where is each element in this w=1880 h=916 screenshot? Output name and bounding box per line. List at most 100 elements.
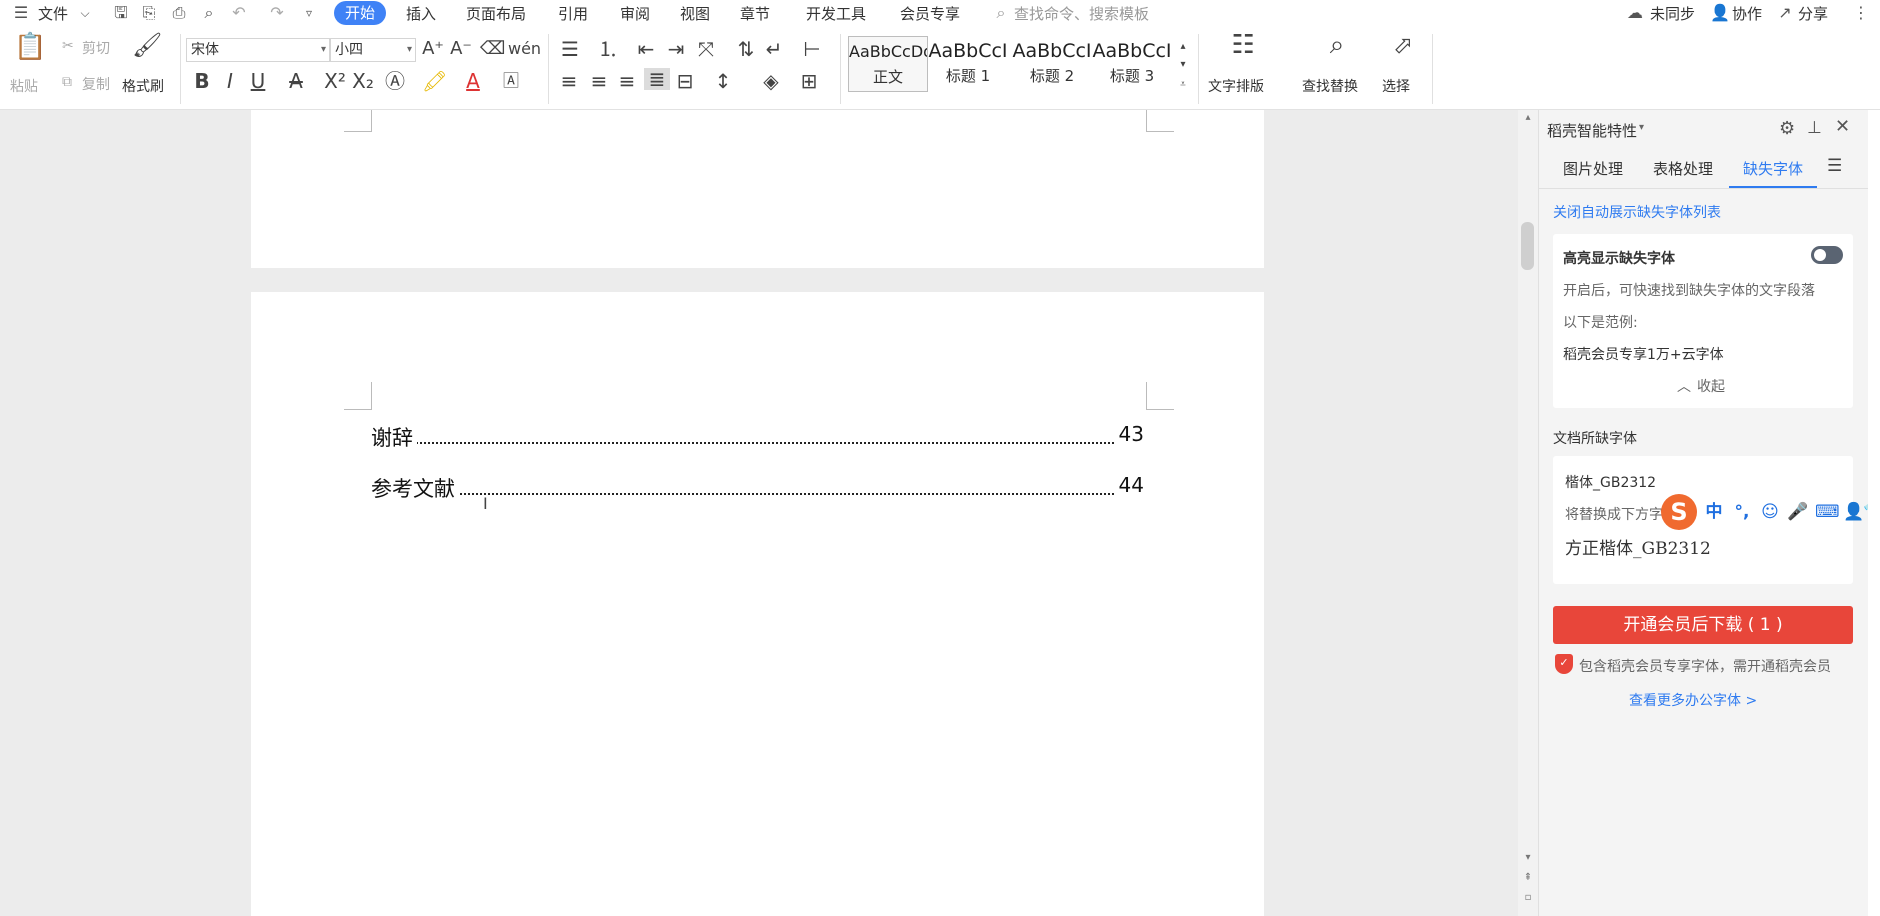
tab-stops-icon[interactable]: ⊢ (800, 38, 824, 60)
tab-table-processing[interactable]: 表格处理 (1653, 158, 1713, 179)
style-heading-2[interactable]: AaBbCcI 标题 2 (1012, 36, 1092, 92)
char-border-icon[interactable]: 🄰 (500, 70, 522, 92)
font-name-select[interactable]: 宋体 ▾ (186, 38, 330, 62)
tab-chapter[interactable]: 章节 (740, 3, 770, 24)
find-replace-button[interactable]: 查找替换 (1302, 76, 1358, 96)
ime-toolbar[interactable]: S 中 °, ☺ 🎤 ⌨ 👤 👕 (1661, 494, 1880, 530)
find-replace-icon[interactable]: ⌕ (1322, 32, 1352, 58)
highlight-icon[interactable]: 🖍 (422, 70, 447, 92)
download-after-membership-button[interactable]: 开通会员后下载 ( 1 ) (1553, 606, 1853, 644)
more-options-icon[interactable]: ⋮ (1852, 4, 1870, 22)
collapse-button[interactable]: 收起 (1697, 376, 1725, 396)
clear-format-icon[interactable]: ⌫ (480, 38, 505, 60)
more-office-fonts-link[interactable]: 查看更多办公字体 > (1629, 690, 1757, 710)
strikethrough-icon[interactable]: A (286, 70, 306, 92)
highlight-toggle[interactable] (1811, 246, 1843, 264)
chevron-down-icon[interactable]: ▾ (1639, 122, 1644, 133)
phonetic-guide-icon[interactable]: wén (508, 38, 541, 60)
select-browse-object-icon[interactable]: ▫ (1521, 892, 1535, 903)
keyboard-icon[interactable]: ⌨ (1815, 501, 1840, 523)
gear-icon[interactable]: ⚙ (1779, 118, 1795, 139)
style-scroll-down-icon[interactable]: ▾ (1176, 54, 1190, 76)
format-painter-icon[interactable]: 🖌 (132, 33, 162, 57)
text-effect-icon[interactable]: Ⓐ (384, 70, 406, 92)
cursor-select-icon[interactable]: ⬀ (1390, 33, 1416, 57)
numbered-list-icon[interactable]: ⒈ (596, 38, 620, 60)
shading-icon[interactable]: ◈ (760, 70, 782, 92)
justify-icon[interactable]: ≣ (644, 68, 670, 90)
ime-mode-toggle[interactable]: 中 (1703, 501, 1725, 523)
pin-icon[interactable]: ⊥ (1807, 118, 1822, 138)
format-painter-button[interactable]: 格式刷 (122, 76, 164, 96)
tab-developer[interactable]: 开发工具 (806, 3, 866, 24)
line-spacing-icon[interactable]: ↕ (712, 70, 734, 92)
prev-page-icon[interactable]: ⇞ (1521, 872, 1535, 883)
export-pdf-icon[interactable]: ⎘ (140, 4, 158, 22)
font-size-select[interactable]: 小四 ▾ (330, 38, 416, 62)
text-layout-button[interactable]: 文字排版 (1208, 76, 1264, 96)
style-more-icon[interactable]: ⩡ (1176, 74, 1190, 96)
bullet-list-icon[interactable]: ☰ (558, 38, 582, 60)
increase-font-icon[interactable]: A⁺ (422, 38, 444, 60)
document-page[interactable]: 谢辞 43 参考文献 44 I (251, 292, 1264, 916)
command-search-input[interactable]: 查找命令、搜索模板 (1014, 3, 1149, 24)
bold-icon[interactable]: B (192, 70, 212, 92)
decrease-font-icon[interactable]: A⁻ (450, 38, 472, 60)
sort-icon[interactable]: ⇅ (734, 38, 758, 60)
tab-missing-fonts[interactable]: 缺失字体 (1743, 158, 1803, 179)
tab-page-layout[interactable]: 页面布局 (466, 3, 526, 24)
sogou-logo-icon[interactable]: S (1661, 494, 1697, 530)
print-icon[interactable]: ⎙ (170, 4, 188, 22)
select-button[interactable]: 选择 (1382, 76, 1410, 96)
subscript-icon[interactable]: X₂ (352, 70, 374, 92)
print-preview-icon[interactable]: ⌕ (200, 4, 218, 22)
cut-button[interactable]: 剪切 (82, 38, 110, 58)
scroll-up-icon[interactable]: ▴ (1521, 112, 1535, 123)
sync-status[interactable]: 未同步 (1650, 3, 1695, 24)
chevron-up-icon[interactable]: ︿ (1677, 376, 1691, 396)
list-menu-icon[interactable]: ☰ (1827, 156, 1842, 176)
hamburger-menu-icon[interactable]: ☰ (12, 4, 30, 22)
tab-references[interactable]: 引用 (558, 3, 588, 24)
tab-image-processing[interactable]: 图片处理 (1563, 158, 1623, 179)
font-color-icon[interactable]: A (462, 70, 484, 92)
file-menu[interactable]: 文件 (38, 3, 68, 24)
underline-icon[interactable]: U (248, 70, 268, 92)
align-center-icon[interactable]: ≡ (588, 70, 610, 92)
toc-entry[interactable]: 谢辞 43 (371, 422, 1144, 452)
chinese-layout-icon[interactable]: ⤧ (694, 38, 718, 60)
quick-access-dropdown-icon[interactable]: ▿ (300, 4, 318, 22)
scroll-down-icon[interactable]: ▾ (1521, 852, 1535, 863)
copy-button[interactable]: 复制 (82, 74, 110, 94)
close-auto-show-link[interactable]: 关闭自动展示缺失字体列表 (1553, 202, 1721, 222)
document-canvas[interactable]: 谢辞 43 参考文献 44 I (0, 110, 1518, 916)
emoji-icon[interactable]: ☺ (1759, 501, 1781, 523)
borders-icon[interactable]: ⊞ (798, 70, 820, 92)
distribute-icon[interactable]: ⊟ (674, 70, 696, 92)
superscript-icon[interactable]: X² (324, 70, 346, 92)
tab-member[interactable]: 会员专享 (900, 3, 960, 24)
style-heading-3[interactable]: AaBbCcI 标题 3 (1092, 36, 1172, 92)
chevron-down-icon[interactable]: ⌵ (76, 4, 94, 22)
undo-icon[interactable]: ↶ (230, 4, 248, 22)
show-marks-icon[interactable]: ↵ (762, 38, 786, 60)
share-button[interactable]: 分享 (1798, 3, 1828, 24)
document-page[interactable] (251, 110, 1264, 268)
vertical-scrollbar[interactable]: ▴ ▾ ⇞ ▫ (1518, 110, 1538, 916)
user-icon[interactable]: 👤 (1843, 501, 1865, 523)
paste-icon[interactable]: 📋 (14, 34, 46, 60)
tab-home[interactable]: 开始 (334, 1, 386, 25)
increase-indent-icon[interactable]: ⇥ (664, 38, 688, 60)
tab-insert[interactable]: 插入 (406, 3, 436, 24)
decrease-indent-icon[interactable]: ⇤ (634, 38, 658, 60)
tab-review[interactable]: 审阅 (620, 3, 650, 24)
scroll-thumb[interactable] (1521, 222, 1534, 270)
panel-title[interactable]: 稻壳智能特性 (1547, 120, 1637, 141)
style-normal[interactable]: AaBbCcDd 正文 (848, 36, 928, 92)
paste-button[interactable]: 粘贴 (10, 76, 38, 96)
close-icon[interactable]: ✕ (1835, 116, 1850, 137)
ime-punctuation-toggle[interactable]: °, (1731, 501, 1753, 523)
align-left-icon[interactable]: ≡ (558, 70, 580, 92)
italic-icon[interactable]: I (220, 70, 240, 92)
save-icon[interactable]: 🖫 (112, 4, 130, 22)
